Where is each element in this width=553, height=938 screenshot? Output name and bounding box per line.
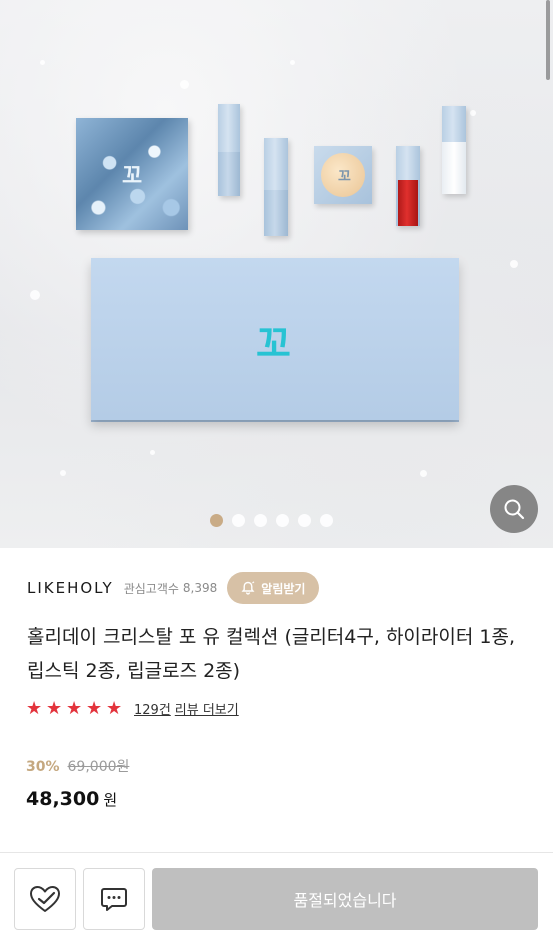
star-icon: ★ <box>106 697 123 719</box>
final-price-unit: 원 <box>103 791 118 809</box>
review-more-link[interactable]: 리뷰 더보기 <box>175 699 239 718</box>
snow-speck <box>40 60 45 65</box>
carousel-dot[interactable] <box>232 514 245 527</box>
glitter-palette-image: 꼬 <box>76 118 188 230</box>
snow-speck <box>290 60 295 65</box>
snow-speck <box>30 290 40 300</box>
star-rating: ★ ★ ★ ★ ★ <box>26 697 124 719</box>
lipgloss-image <box>396 146 420 226</box>
lipstick-image <box>218 104 240 196</box>
bottom-action-bar: 품절되었습니다 <box>0 852 553 938</box>
final-price: 48,300 <box>26 788 100 810</box>
zoom-button[interactable] <box>490 485 538 533</box>
star-icon: ★ <box>66 697 83 719</box>
lipstick-image <box>264 138 288 236</box>
star-icon: ★ <box>26 697 43 719</box>
chat-icon <box>101 888 127 911</box>
page-scrollbar[interactable] <box>546 0 550 80</box>
bell-icon <box>241 581 255 595</box>
discount-rate: 30% <box>26 759 60 775</box>
product-image[interactable]: 꼬 꼬 꼬 <box>0 0 553 548</box>
original-price-unit: 원 <box>116 759 130 775</box>
brand-row: LIKEHOLY 관심고객수 8,398 알림받기 <box>27 572 533 604</box>
carousel-indicator <box>210 514 333 527</box>
price-area: 30% 69,000 원 48,300 원 <box>26 756 129 810</box>
product-title: 홀리데이 크리스탈 포 유 컬렉션 (글리터4구, 하이라이터 1종, 립스틱 … <box>27 626 515 682</box>
review-count-link[interactable]: 129건 <box>134 699 171 718</box>
fans-count: 8,398 <box>182 581 218 595</box>
snow-speck <box>420 470 427 477</box>
brand-name[interactable]: LIKEHOLY <box>27 579 114 597</box>
brand-logo-mark: 꼬 <box>122 163 143 189</box>
star-icon: ★ <box>86 697 103 719</box>
star-icon: ★ <box>46 697 63 719</box>
alarm-button[interactable]: 알림받기 <box>227 572 320 604</box>
heart-icon <box>30 886 60 912</box>
carousel-dot[interactable] <box>298 514 311 527</box>
carousel-dot[interactable] <box>254 514 267 527</box>
snow-speck <box>470 110 476 116</box>
inquiry-button[interactable] <box>83 868 145 930</box>
original-price: 69,000 <box>67 759 117 775</box>
gift-box-image: 꼬 <box>91 258 459 420</box>
highlighter-image: 꼬 <box>314 146 372 204</box>
lipgloss-image <box>442 106 466 194</box>
alarm-label: 알림받기 <box>261 581 306 596</box>
snow-speck <box>60 470 66 476</box>
carousel-dot[interactable] <box>276 514 289 527</box>
carousel-dot[interactable] <box>320 514 333 527</box>
search-icon <box>504 499 525 520</box>
soldout-button[interactable]: 품절되었습니다 <box>152 868 538 930</box>
wishlist-button[interactable] <box>14 868 76 930</box>
carousel-dot[interactable] <box>210 514 223 527</box>
snow-speck <box>180 80 189 89</box>
fans-label: 관심고객수 <box>123 581 179 596</box>
snow-speck <box>510 260 518 268</box>
brand-logo-mark: 꼬 <box>256 321 291 366</box>
snow-speck <box>150 450 155 455</box>
rating-row: ★ ★ ★ ★ ★ 129건 리뷰 더보기 <box>26 699 239 718</box>
